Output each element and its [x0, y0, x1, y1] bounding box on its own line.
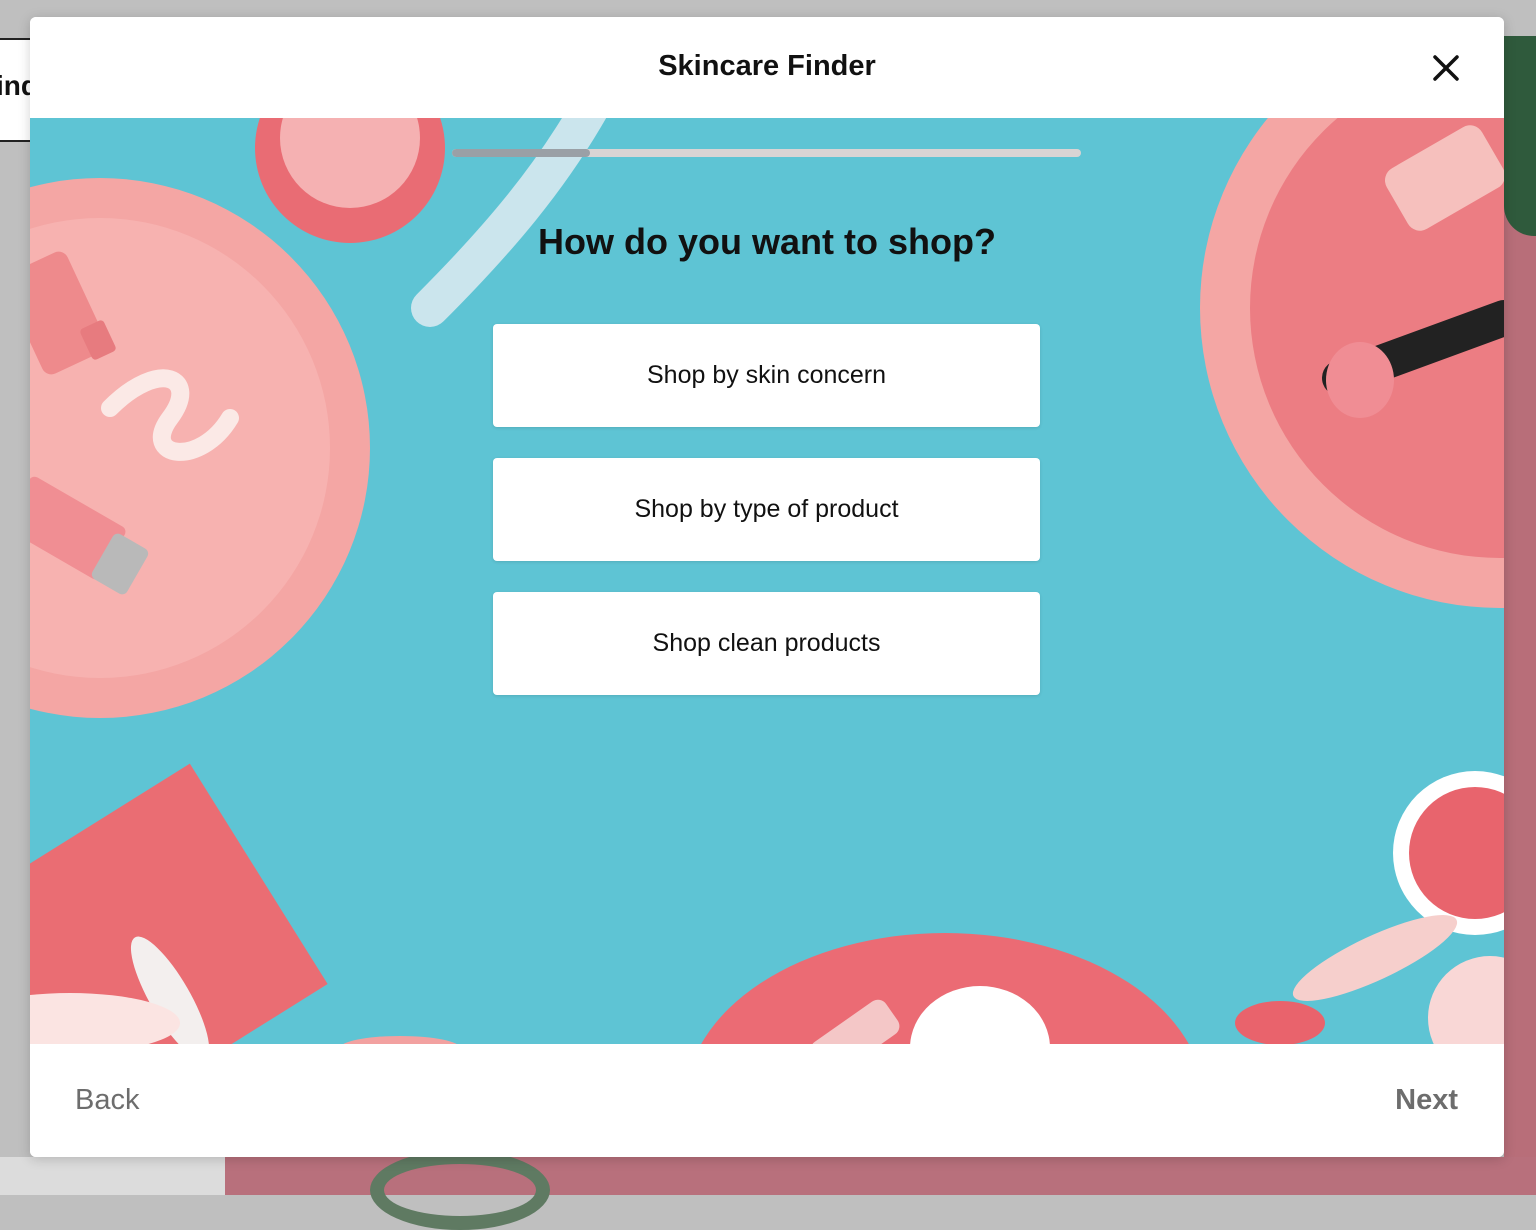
option-product-type-button[interactable]: Shop by type of product	[493, 458, 1040, 561]
question-heading: How do you want to shop?	[538, 221, 996, 262]
modal-header: Skincare Finder	[30, 17, 1504, 118]
progress-bar	[452, 149, 1081, 157]
background-image-right	[1504, 36, 1536, 1157]
background-tab-label: ind	[0, 70, 30, 101]
modal-footer: Back Next	[30, 1044, 1504, 1157]
option-clean-products-button[interactable]: Shop clean products	[493, 592, 1040, 695]
background-decoration	[370, 1150, 550, 1230]
back-button[interactable]: Back	[75, 1084, 139, 1117]
close-icon	[1433, 55, 1459, 81]
modal-title: Skincare Finder	[658, 50, 876, 82]
background-tab: ind	[0, 38, 30, 142]
options-list: Shop by skin concern Shop by type of pro…	[493, 324, 1040, 726]
skincare-finder-modal: Skincare Finder How do you want to shop?…	[30, 17, 1504, 1157]
next-button[interactable]: Next	[1395, 1084, 1458, 1117]
background-strip	[0, 1157, 225, 1195]
close-button[interactable]	[1428, 50, 1464, 86]
progress-fill	[452, 149, 591, 157]
option-skin-concern-button[interactable]: Shop by skin concern	[493, 324, 1040, 427]
hero-panel: How do you want to shop? Shop by skin co…	[30, 118, 1504, 1044]
